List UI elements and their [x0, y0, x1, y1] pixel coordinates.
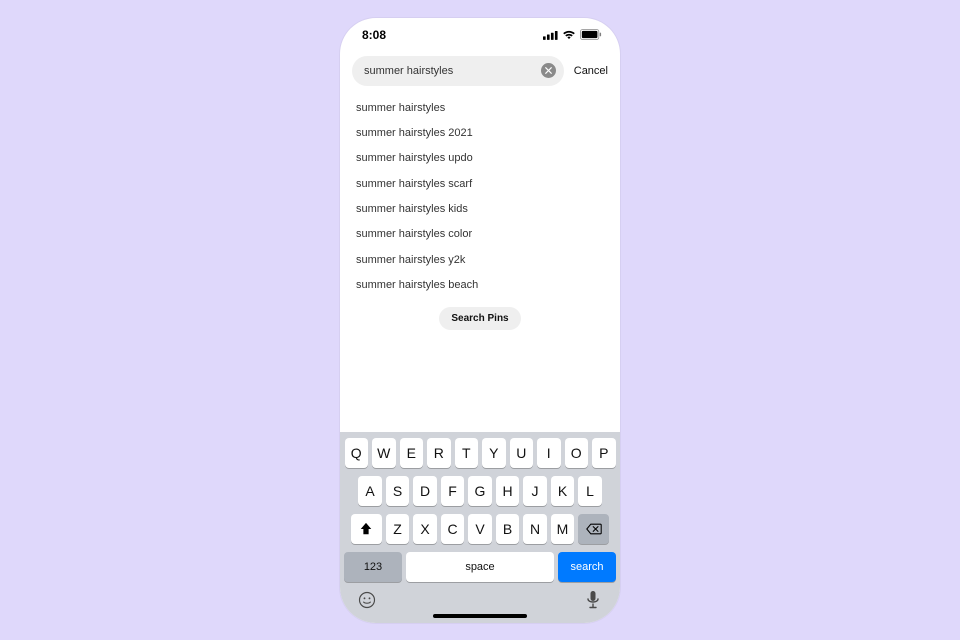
backspace-key[interactable] — [578, 514, 609, 544]
cancel-button[interactable]: Cancel — [574, 65, 608, 77]
phone-frame: 8:08 summer hairstyles Cancel summer hai… — [340, 18, 620, 623]
key-f[interactable]: F — [441, 476, 465, 506]
suggestion-list: summer hairstyles summer hairstyles 2021… — [340, 94, 620, 330]
key-s[interactable]: S — [386, 476, 410, 506]
search-pins-wrap: Search Pins — [340, 307, 620, 330]
keyboard-row-bottom: 123 space search — [343, 552, 617, 582]
suggestion-item[interactable]: summer hairstyles — [340, 96, 620, 121]
key-l[interactable]: L — [578, 476, 602, 506]
key-r[interactable]: R — [427, 438, 451, 468]
key-j[interactable]: J — [523, 476, 547, 506]
key-y[interactable]: Y — [482, 438, 506, 468]
search-input[interactable]: summer hairstyles — [364, 65, 535, 77]
search-row: summer hairstyles Cancel — [340, 52, 620, 94]
cellular-signal-icon — [543, 30, 558, 40]
key-b[interactable]: B — [496, 514, 520, 544]
key-u[interactable]: U — [510, 438, 534, 468]
search-pins-button[interactable]: Search Pins — [439, 307, 520, 330]
status-bar: 8:08 — [340, 18, 620, 52]
key-d[interactable]: D — [413, 476, 437, 506]
suggestion-item[interactable]: summer hairstyles y2k — [340, 248, 620, 273]
key-i[interactable]: I — [537, 438, 561, 468]
dictation-button[interactable] — [583, 590, 603, 610]
numbers-key[interactable]: 123 — [344, 552, 402, 582]
key-k[interactable]: K — [551, 476, 575, 506]
search-pill[interactable]: summer hairstyles — [352, 56, 564, 86]
key-v[interactable]: V — [468, 514, 492, 544]
suggestion-item[interactable]: summer hairstyles beach — [340, 273, 620, 298]
key-z[interactable]: Z — [386, 514, 410, 544]
search-action-key[interactable]: search — [558, 552, 616, 582]
key-w[interactable]: W — [372, 438, 396, 468]
key-c[interactable]: C — [441, 514, 465, 544]
backspace-icon — [586, 523, 602, 535]
keyboard-row-3: Z X C V B N M — [343, 514, 617, 544]
emoji-button[interactable] — [357, 590, 377, 610]
key-o[interactable]: O — [565, 438, 589, 468]
keyboard-row-2: A S D F G H J K L — [343, 476, 617, 506]
close-icon — [545, 67, 552, 74]
suggestion-item[interactable]: summer hairstyles kids — [340, 197, 620, 222]
key-h[interactable]: H — [496, 476, 520, 506]
suggestion-item[interactable]: summer hairstyles updo — [340, 146, 620, 171]
key-p[interactable]: P — [592, 438, 616, 468]
keyboard: Q W E R T Y U I O P A S D F G H J K L Z — [340, 432, 620, 623]
key-t[interactable]: T — [455, 438, 479, 468]
status-time: 8:08 — [362, 28, 386, 42]
shift-icon — [359, 522, 373, 536]
keyboard-row-1: Q W E R T Y U I O P — [343, 438, 617, 468]
key-e[interactable]: E — [400, 438, 424, 468]
suggestion-item[interactable]: summer hairstyles color — [340, 222, 620, 247]
key-q[interactable]: Q — [345, 438, 369, 468]
wifi-icon — [562, 30, 576, 40]
key-x[interactable]: X — [413, 514, 437, 544]
microphone-icon — [586, 590, 600, 610]
shift-key[interactable] — [351, 514, 382, 544]
home-indicator[interactable] — [433, 614, 527, 618]
suggestion-item[interactable]: summer hairstyles scarf — [340, 172, 620, 197]
battery-icon — [580, 29, 602, 40]
space-key[interactable]: space — [406, 552, 554, 582]
key-a[interactable]: A — [358, 476, 382, 506]
key-m[interactable]: M — [551, 514, 575, 544]
key-g[interactable]: G — [468, 476, 492, 506]
suggestion-item[interactable]: summer hairstyles 2021 — [340, 121, 620, 146]
emoji-icon — [357, 590, 377, 610]
clear-search-button[interactable] — [541, 63, 556, 78]
status-icons — [543, 29, 602, 40]
key-n[interactable]: N — [523, 514, 547, 544]
